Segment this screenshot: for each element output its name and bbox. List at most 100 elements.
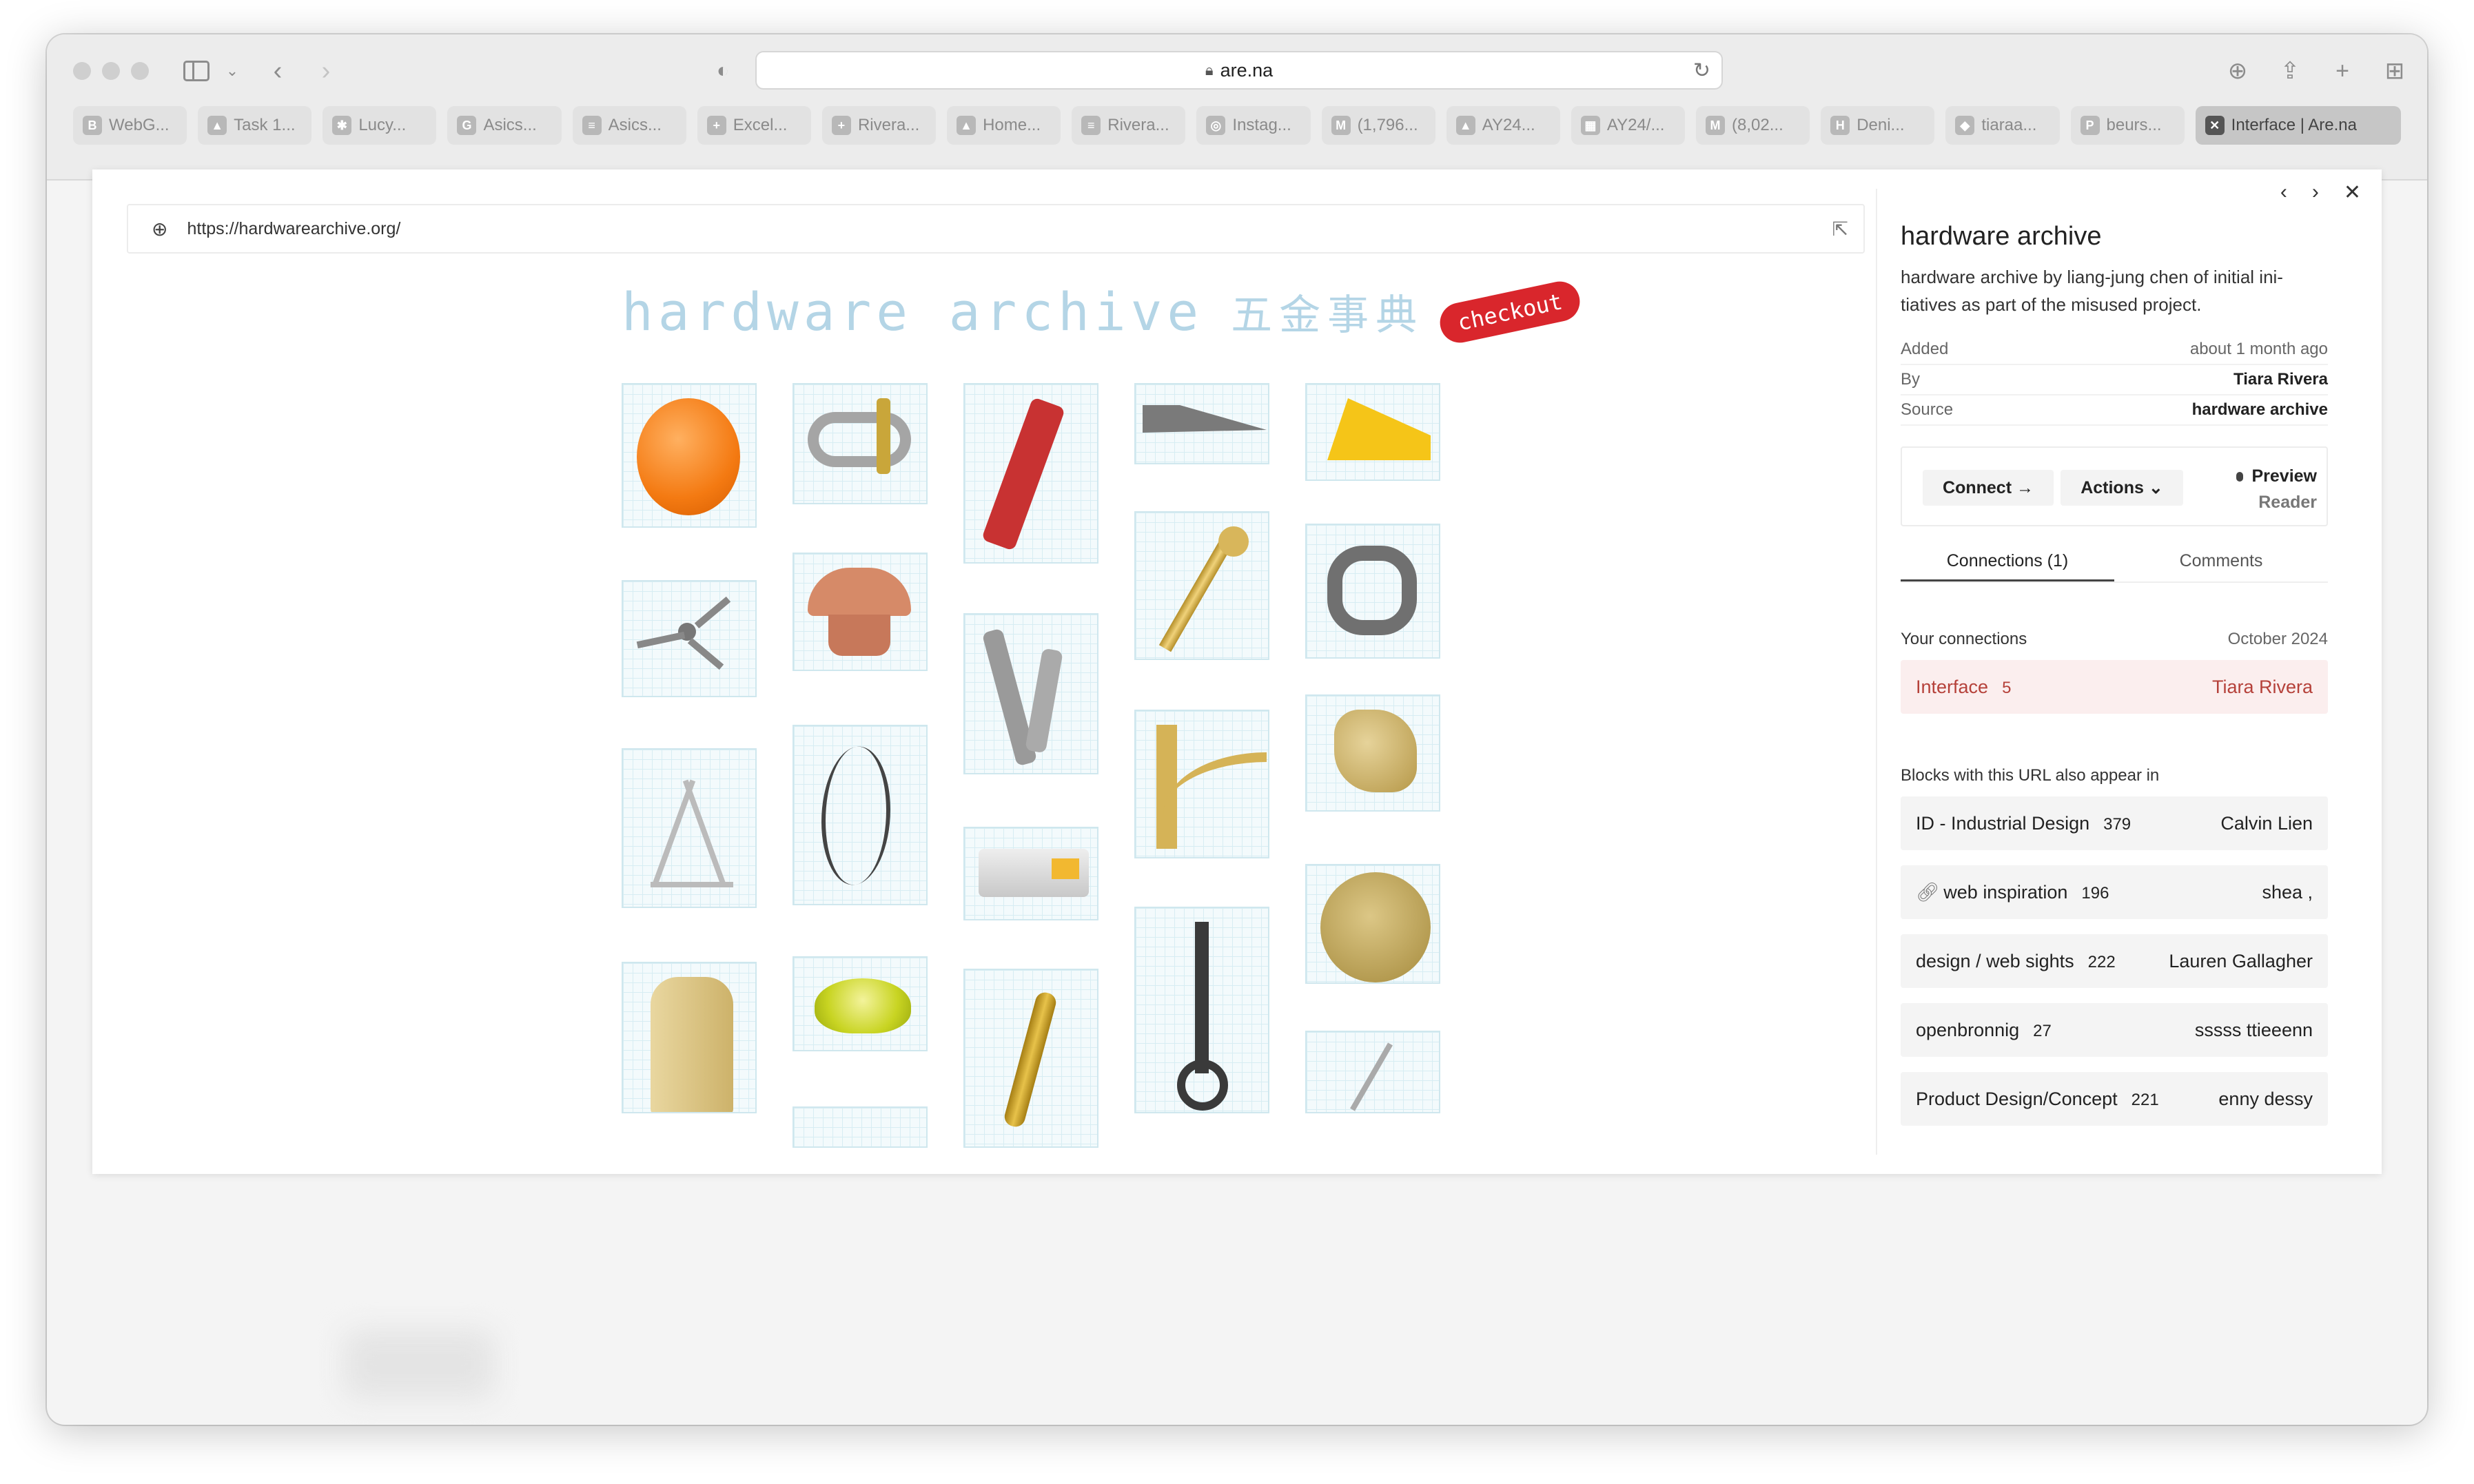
globe-icon: ⊕ (152, 218, 168, 240)
tab[interactable]: M (1,796... (1321, 106, 1435, 145)
channel-row[interactable]: ID - Industrial Design 379 Calvin Lien (1901, 796, 2328, 850)
panel-tabs: Connections (1) Comments (1901, 547, 2328, 583)
block-actions: Connect → Actions ⌄ Preview Reader (1901, 446, 2328, 526)
meta-value: about 1 month ago (2189, 340, 2328, 358)
tab[interactable]: ▦ AY24/... (1571, 106, 1686, 145)
tab[interactable]: G Asics... (447, 106, 562, 145)
channel-name: design / web sights 222 (1916, 950, 2116, 971)
forward-icon[interactable]: › (310, 55, 342, 87)
lock-icon: 🔒︎ (1205, 61, 1214, 79)
tab[interactable]: H Deni... (1821, 106, 1935, 145)
hardware-item-piton[interactable] (1134, 383, 1269, 464)
hardware-item-shelf-bracket[interactable] (1134, 710, 1269, 858)
preview-url-bar[interactable]: ⊕ https://hardwarearchive.org/ ⇱ (127, 204, 1865, 254)
hardware-item-partial[interactable] (793, 1106, 928, 1148)
toolbar-right-icons: ⊕ ⇪ + ⊞ (2222, 55, 2411, 87)
hardware-item-ball-float[interactable] (622, 383, 757, 528)
zoom-window-button[interactable] (131, 62, 149, 80)
share-icon[interactable]: ⇪ (2274, 55, 2306, 87)
hardware-item-roof-anchor[interactable] (963, 383, 1098, 564)
tab-connections[interactable]: Connections (1) (1901, 547, 2114, 581)
download-icon[interactable]: ⊕ (2222, 55, 2253, 87)
minimize-window-button[interactable] (102, 62, 120, 80)
hardware-item-road-stud[interactable] (963, 827, 1098, 920)
hardware-item-brass-hook[interactable] (1305, 694, 1440, 812)
chevron-down-icon[interactable]: ⌄ (216, 55, 248, 87)
tab[interactable]: M (8,02... (1696, 106, 1810, 145)
hardware-item-gate-stop[interactable] (963, 613, 1098, 774)
hardware-item-round-plate[interactable] (1305, 864, 1440, 984)
tab-label: Lucy... (358, 116, 407, 134)
close-window-button[interactable] (73, 62, 91, 80)
reload-icon[interactable]: ↻ (1693, 59, 1710, 83)
sidebar-icon[interactable] (181, 55, 212, 87)
tab[interactable]: ▲ AY24... (1446, 106, 1560, 145)
chevron-right-icon[interactable]: › (2312, 181, 2319, 205)
channel-row[interactable]: design / web sights 222 Lauren Gallagher (1901, 934, 2328, 988)
tab[interactable]: ◆ tiaraa... (1945, 106, 2060, 145)
close-icon[interactable]: ✕ (2344, 181, 2361, 205)
hardware-item-glass-insulator[interactable] (793, 956, 928, 1051)
tab[interactable]: B WebG... (73, 106, 187, 145)
tab[interactable]: ▲ Task 1... (198, 106, 312, 145)
tab-label: beurs... (2106, 116, 2162, 134)
hardware-item-brass-bolt[interactable] (963, 969, 1098, 1148)
external-link-icon[interactable]: ⇱ (1832, 218, 1848, 240)
tab[interactable]: + Excel... (697, 106, 811, 145)
reader-toggle[interactable]: Reader (2236, 489, 2317, 515)
tab[interactable]: ✱ Lucy... (323, 106, 437, 145)
tab-active[interactable]: ✕ Interface | Are.na (2195, 106, 2401, 145)
tab[interactable]: ≡ Asics... (572, 106, 686, 145)
tab[interactable]: ≡ Rivera... (1072, 106, 1186, 145)
modal-nav: ‹ › ✕ (2280, 181, 2361, 205)
checkout-button[interactable]: checkout (1436, 277, 1584, 347)
tab[interactable]: ▲ Home... (947, 106, 1061, 145)
hardware-item-pole-holder[interactable] (1134, 511, 1269, 660)
tab[interactable]: + Rivera... (821, 106, 937, 145)
hardware-item-iron-hook[interactable] (1134, 907, 1269, 1113)
hardware-item-bonnet-cowl[interactable] (793, 553, 928, 671)
shield-icon[interactable]: ◐ (707, 55, 739, 87)
meta-key: By (1901, 370, 1921, 389)
hardware-item-wind-cup[interactable] (622, 580, 757, 697)
favicon-icon: + (831, 116, 851, 135)
source-link[interactable]: hardware archive (2192, 400, 2328, 420)
block-info-panel: ‹ › ✕ hardware archive hardware archive … (1901, 169, 2361, 1174)
connect-button[interactable]: Connect → (1923, 470, 2054, 506)
my-connection-row[interactable]: Interface 5 Tiara Rivera (1901, 660, 2328, 714)
hardware-item-earth-anchor[interactable] (793, 725, 928, 905)
hardware-item-cross-connector[interactable] (1305, 524, 1440, 659)
tab-label: Task 1... (234, 116, 296, 134)
tab-label: Home... (983, 116, 1041, 134)
author-link[interactable]: Tiara Rivera (2233, 370, 2328, 389)
meta-added: Added about 1 month ago (1901, 335, 2328, 365)
channel-row[interactable]: Product Design/Concept 221 enny dessy (1901, 1072, 2328, 1126)
chevron-left-icon[interactable]: ‹ (2280, 181, 2287, 205)
site-title[interactable]: hardware archive (622, 281, 1203, 342)
new-tab-icon[interactable]: + (2327, 55, 2358, 87)
tab-comments[interactable]: Comments (2114, 547, 2328, 581)
hardware-item-d-ring-shackle[interactable] (793, 383, 928, 504)
wind-cup-image (636, 596, 740, 671)
tab[interactable]: ◎ Instag... (1196, 106, 1311, 145)
block-description: hardware archive by liang-jung chen of i… (1901, 267, 2283, 315)
actions-button[interactable]: Actions ⌄ (2061, 470, 2183, 506)
hardware-item-table-stand[interactable] (622, 748, 757, 908)
tab-label: Excel... (733, 116, 788, 134)
preview-url[interactable]: https://hardwarearchive.org/ (187, 219, 400, 239)
blurred-background-element (343, 1330, 495, 1399)
hardware-item-pin[interactable] (1305, 1031, 1440, 1113)
channel-row[interactable]: openbronnig 27 sssss ttieeenn (1901, 1003, 2328, 1057)
channel-row[interactable]: 🔗︎ web inspiration 196 shea , (1901, 865, 2328, 919)
preview-toggle[interactable]: Preview (2236, 463, 2317, 489)
meta-by: By Tiara Rivera (1901, 365, 2328, 395)
tab[interactable]: Pbeurs... (2070, 106, 2185, 145)
favicon-icon: ≡ (1081, 116, 1101, 135)
favicon-icon: H (1830, 116, 1850, 135)
back-icon[interactable]: ‹ (262, 55, 294, 87)
hardware-item-wheel-chock[interactable] (1305, 383, 1440, 481)
tab-overview-icon[interactable]: ⊞ (2379, 55, 2411, 87)
hardware-item-brass-hinge[interactable] (622, 962, 757, 1113)
hardware-grid (622, 383, 1449, 1162)
address-bar[interactable]: 🔒︎ are.na ↻ (755, 51, 1723, 90)
